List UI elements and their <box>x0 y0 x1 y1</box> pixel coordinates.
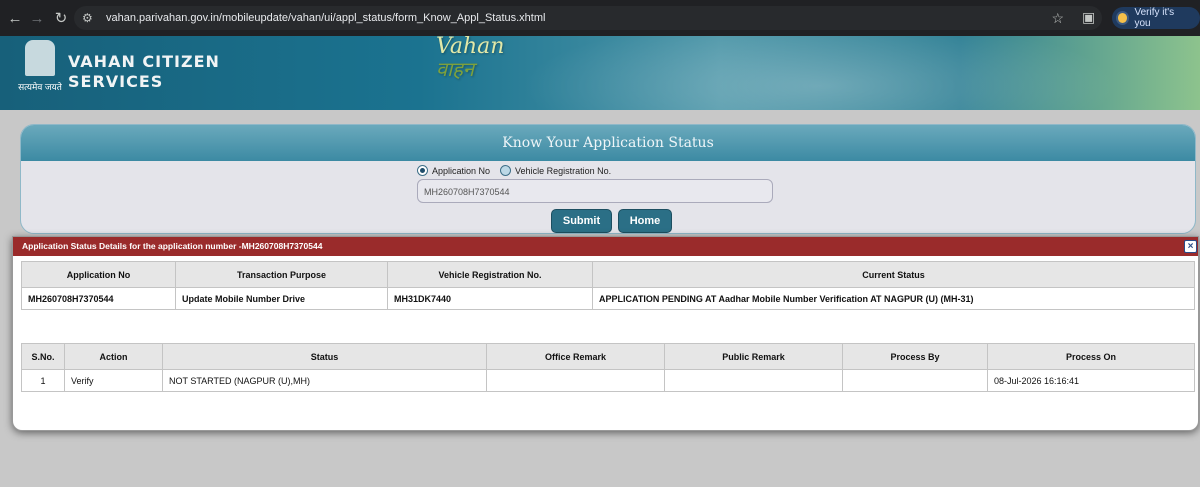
column-header: Public Remark <box>664 343 843 370</box>
dialog-title-bar: Application Status Details for the appli… <box>13 237 1198 256</box>
extensions-icon[interactable]: ▣ <box>1082 9 1095 26</box>
serial-cell: 1 <box>21 369 65 392</box>
transaction-purpose-cell: Update Mobile Number Drive <box>175 287 388 310</box>
home-button[interactable]: Home <box>618 209 672 233</box>
column-header: Action <box>64 343 163 370</box>
process-detail-table: S.No. Action Status Office Remark Public… <box>21 343 1195 392</box>
avatar <box>1116 11 1130 25</box>
site-brand: VAHAN CITIZEN SERVICES <box>68 52 220 92</box>
reload-icon[interactable]: ↻ <box>48 5 74 31</box>
vehicle-registration-radio-label[interactable]: Vehicle Registration No. <box>515 166 611 176</box>
panel-title: Know Your Application Status <box>21 125 1195 161</box>
url-text: vahan.parivahan.gov.in/mobileupdate/vaha… <box>106 12 546 24</box>
search-type-radio-group: Application No Vehicle Registration No. <box>417 165 611 176</box>
emblem-motto: सत्यमेव जयते <box>18 82 62 92</box>
dialog-title: Application Status Details for the appli… <box>22 241 323 251</box>
header-wave-decoration <box>520 36 1120 110</box>
site-settings-icon[interactable]: ⚙ <box>82 11 100 25</box>
bookmark-star-icon[interactable]: ☆ <box>1051 10 1064 27</box>
column-header: Process By <box>842 343 988 370</box>
column-header: Status <box>162 343 487 370</box>
application-no-cell: MH260708H7370544 <box>21 287 176 310</box>
column-header: Application No <box>21 261 176 288</box>
summary-table: Application No Transaction Purpose Vehic… <box>21 261 1195 310</box>
logo-english: Vahan <box>436 36 505 59</box>
summary-header-row: Application No Transaction Purpose Vehic… <box>21 261 1195 288</box>
public-remark-cell <box>664 369 843 392</box>
brand-line-1: VAHAN CITIZEN <box>68 52 220 71</box>
logo-hindi: वाहन <box>436 57 475 81</box>
national-emblem: सत्यमेव जयते <box>12 40 68 106</box>
browser-toolbar: ← → ↻ ⚙ vahan.parivahan.gov.in/mobileupd… <box>0 0 1200 36</box>
table-row: MH260708H7370544 Update Mobile Number Dr… <box>21 287 1195 310</box>
status-cell: NOT STARTED (NAGPUR (U),MH) <box>162 369 487 392</box>
detail-header-row: S.No. Action Status Office Remark Public… <box>21 343 1195 370</box>
application-status-dialog: Application Status Details for the appli… <box>12 236 1199 431</box>
brand-line-2: SERVICES <box>68 72 164 91</box>
application-number-input[interactable]: MH260708H7370544 <box>417 179 773 203</box>
action-cell: Verify <box>64 369 163 392</box>
office-remark-cell <box>486 369 665 392</box>
process-by-cell <box>842 369 988 392</box>
application-no-radio-label[interactable]: Application No <box>432 166 490 176</box>
forward-icon[interactable]: → <box>24 5 50 31</box>
column-header: Office Remark <box>486 343 665 370</box>
column-header: Transaction Purpose <box>175 261 388 288</box>
column-header: S.No. <box>21 343 65 370</box>
lion-capital-icon <box>25 40 55 76</box>
column-header: Process On <box>987 343 1195 370</box>
verify-profile-button[interactable]: Verify it's you <box>1112 7 1200 29</box>
site-header: सत्यमेव जयते VAHAN CITIZEN SERVICES Vaha… <box>0 36 1200 110</box>
vehicle-registration-radio[interactable] <box>500 165 512 176</box>
address-bar[interactable]: ⚙ vahan.parivahan.gov.in/mobileupdate/va… <box>74 6 1102 30</box>
application-no-radio[interactable] <box>417 165 428 176</box>
process-on-cell: 08-Jul-2026 16:16:41 <box>987 369 1195 392</box>
close-icon[interactable]: × <box>1184 240 1197 253</box>
current-status-cell: APPLICATION PENDING AT Aadhar Mobile Num… <box>592 287 1195 310</box>
vahan-logo: Vahan वाहन <box>436 36 504 80</box>
table-row: 1 Verify NOT STARTED (NAGPUR (U),MH) 08-… <box>21 369 1195 392</box>
vehicle-registration-cell: MH31DK7440 <box>387 287 593 310</box>
know-status-panel: Know Your Application Status Application… <box>20 124 1196 234</box>
submit-button[interactable]: Submit <box>551 209 612 233</box>
verify-label: Verify it's you <box>1134 7 1175 29</box>
column-header: Vehicle Registration No. <box>387 261 593 288</box>
column-header: Current Status <box>592 261 1195 288</box>
